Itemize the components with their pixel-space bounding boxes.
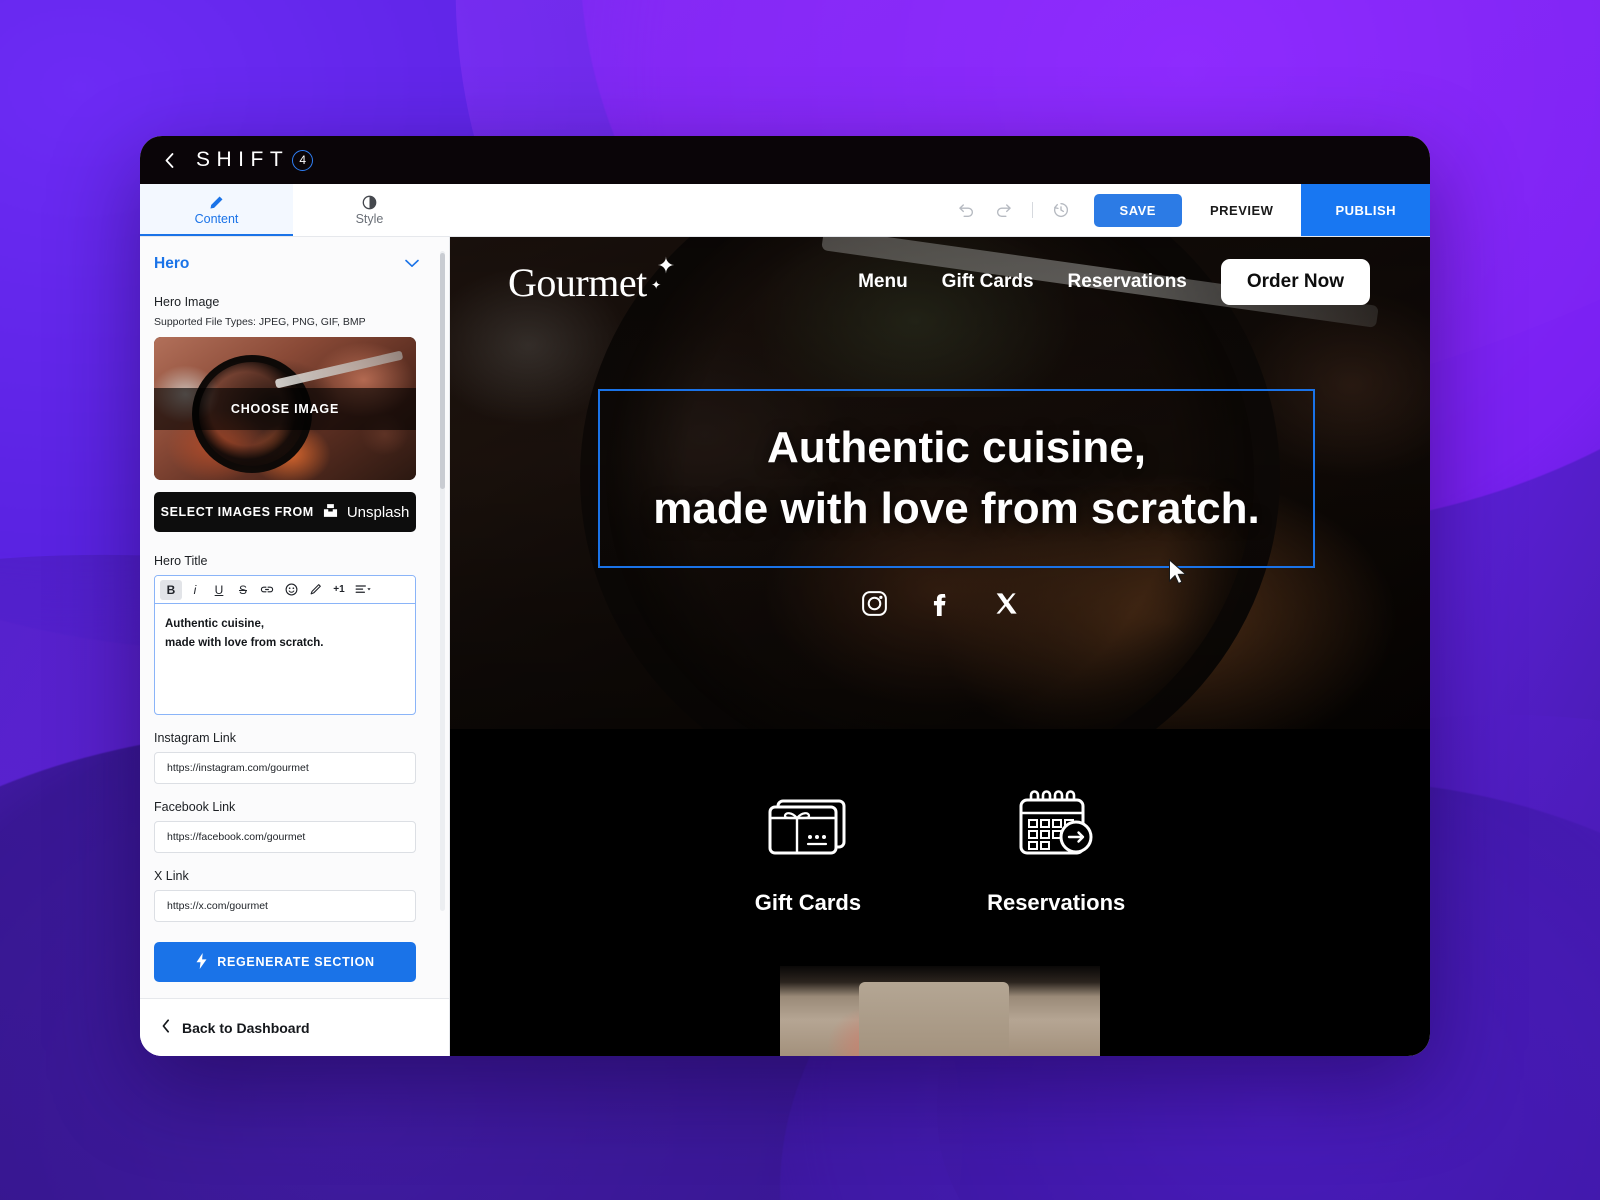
nav-link-gift-cards[interactable]: Gift Cards bbox=[942, 271, 1034, 293]
app-window: SHIFT 4 Content Style SAVE PREVIEW PUBLI… bbox=[140, 136, 1430, 1056]
feature-gift-cards[interactable]: Gift Cards bbox=[755, 787, 861, 916]
link-icon[interactable] bbox=[256, 580, 278, 600]
facebook-link-label: Facebook Link bbox=[154, 800, 236, 814]
hero-section-header[interactable]: Hero bbox=[154, 255, 435, 273]
instagram-link-input[interactable] bbox=[154, 752, 416, 784]
hero-title-label: Hero Title bbox=[154, 554, 208, 568]
hero-title-line-2: made with love from scratch. bbox=[165, 636, 324, 649]
tab-content-label: Content bbox=[194, 212, 239, 226]
sidebar-scroll-area: Hero Hero Image Supported File Types: JP… bbox=[140, 237, 449, 998]
select-images-from-unsplash-button[interactable]: SELECT IMAGES FROM Unsplash bbox=[154, 492, 416, 532]
unsplash-icon bbox=[323, 503, 338, 521]
site-preview-canvas[interactable]: Gourmet ✦ ✦ Menu Gift Cards Reservations… bbox=[450, 237, 1430, 1056]
lightning-bolt-icon bbox=[195, 952, 208, 972]
save-button[interactable]: SAVE bbox=[1093, 193, 1182, 227]
brand-wordmark: SHIFT bbox=[196, 148, 290, 171]
hero-headline-line-2: made with love from scratch. bbox=[653, 483, 1260, 533]
gift-card-icon bbox=[764, 787, 852, 868]
order-now-button[interactable]: Order Now bbox=[1220, 259, 1370, 305]
tab-style[interactable]: Style bbox=[293, 184, 446, 236]
align-icon[interactable] bbox=[352, 580, 374, 600]
feature-reservations-label: Reservations bbox=[987, 890, 1126, 915]
hero-headline-line-1: Authentic cuisine, bbox=[767, 422, 1146, 472]
x-link-input[interactable] bbox=[154, 890, 416, 922]
sparkle-icon-small: ✦ bbox=[651, 277, 661, 292]
strikethrough-button[interactable]: S bbox=[232, 580, 254, 600]
site-nav: Menu Gift Cards Reservations Order Now bbox=[858, 259, 1370, 305]
publish-button[interactable]: PUBLISH bbox=[1301, 184, 1430, 236]
instagram-link-field: Instagram Link bbox=[154, 731, 435, 784]
redo-icon[interactable] bbox=[985, 184, 1023, 237]
history-clock-icon[interactable] bbox=[1042, 184, 1080, 237]
site-logo[interactable]: Gourmet ✦ ✦ bbox=[508, 254, 675, 306]
x-link-field: X Link bbox=[154, 869, 435, 922]
back-chevron-icon[interactable] bbox=[158, 149, 180, 171]
italic-button[interactable]: i bbox=[184, 580, 206, 600]
hero-headline-selection[interactable]: Authentic cuisine, made with love from s… bbox=[598, 389, 1315, 568]
shift4-logo[interactable]: SHIFT 4 bbox=[196, 148, 314, 172]
highlighter-icon[interactable] bbox=[304, 580, 326, 600]
facebook-link-field: Facebook Link bbox=[154, 800, 435, 853]
x-icon[interactable] bbox=[990, 587, 1022, 619]
nav-link-menu[interactable]: Menu bbox=[858, 271, 908, 293]
tab-style-label: Style bbox=[355, 212, 384, 226]
title-bar: SHIFT 4 bbox=[140, 136, 1430, 184]
contrast-circle-icon bbox=[362, 194, 377, 211]
chef-photo-preview bbox=[780, 966, 1100, 1056]
hero-image-picker[interactable]: CHOOSE IMAGE bbox=[154, 337, 416, 480]
sparkle-icon-large: ✦ bbox=[656, 252, 675, 278]
rich-text-toolbar: B i U S +1 bbox=[155, 576, 415, 604]
undo-icon[interactable] bbox=[947, 184, 985, 237]
hero-section-preview: Gourmet ✦ ✦ Menu Gift Cards Reservations… bbox=[450, 237, 1430, 729]
facebook-link-input[interactable] bbox=[154, 821, 416, 853]
chevron-left-icon bbox=[162, 1019, 170, 1036]
feature-reservations[interactable]: Reservations bbox=[987, 787, 1125, 916]
emoji-icon[interactable] bbox=[280, 580, 302, 600]
hero-section-title: Hero bbox=[154, 255, 190, 272]
hero-social-icons bbox=[450, 587, 1430, 619]
toolbar-actions: SAVE PREVIEW PUBLISH bbox=[947, 184, 1430, 236]
editor-body: Hero Hero Image Supported File Types: JP… bbox=[140, 237, 1430, 1056]
preview-button[interactable]: PREVIEW bbox=[1182, 203, 1301, 218]
back-to-dashboard-button[interactable]: Back to Dashboard bbox=[140, 998, 449, 1056]
hero-image-label: Hero Image bbox=[154, 295, 220, 309]
hero-title-line-1: Authentic cuisine, bbox=[165, 618, 265, 630]
tab-content[interactable]: Content bbox=[140, 184, 293, 236]
site-header: Gourmet ✦ ✦ Menu Gift Cards Reservations… bbox=[450, 237, 1430, 327]
unsplash-button-prefix: SELECT IMAGES FROM bbox=[160, 505, 314, 519]
chevron-down-icon[interactable] bbox=[405, 257, 419, 271]
nav-link-reservations[interactable]: Reservations bbox=[1068, 271, 1187, 293]
hero-title-text-area[interactable]: Authentic cuisine, made with love from s… bbox=[155, 604, 415, 714]
chef-apron-shape bbox=[858, 982, 1009, 1056]
editor-tabs: Content Style bbox=[140, 184, 446, 236]
hero-title-block: Hero Title B i U S +1 Authentic cuisine,… bbox=[154, 554, 435, 715]
feature-strip: Gift Cards Reservations bbox=[450, 729, 1430, 916]
pencil-icon bbox=[209, 194, 224, 211]
x-link-label: X Link bbox=[154, 869, 189, 883]
regenerate-section-button[interactable]: REGENERATE SECTION bbox=[154, 942, 416, 982]
bold-button[interactable]: B bbox=[160, 579, 182, 600]
sidebar-scrollbar-thumb[interactable] bbox=[440, 253, 445, 489]
regenerate-section-label: REGENERATE SECTION bbox=[217, 955, 375, 969]
heading-button[interactable]: +1 bbox=[328, 580, 350, 600]
hero-title-editor[interactable]: B i U S +1 Authentic cuisine, made with … bbox=[154, 575, 416, 715]
instagram-link-label: Instagram Link bbox=[154, 731, 236, 745]
underline-button[interactable]: U bbox=[208, 580, 230, 600]
editor-toolbar: Content Style SAVE PREVIEW PUBLISH bbox=[140, 184, 1430, 237]
site-logo-text: Gourmet bbox=[508, 259, 647, 305]
brand-badge: 4 bbox=[292, 149, 314, 171]
calendar-arrow-icon bbox=[1012, 787, 1100, 868]
unsplash-wordmark: Unsplash bbox=[346, 503, 410, 521]
choose-image-button[interactable]: CHOOSE IMAGE bbox=[154, 387, 416, 430]
toolbar-divider bbox=[1031, 202, 1033, 218]
facebook-icon[interactable] bbox=[924, 587, 956, 619]
feature-gift-cards-label: Gift Cards bbox=[754, 890, 862, 915]
back-to-dashboard-label: Back to Dashboard bbox=[182, 1019, 310, 1036]
content-sidebar: Hero Hero Image Supported File Types: JP… bbox=[140, 237, 450, 1056]
instagram-icon[interactable] bbox=[858, 587, 890, 619]
supported-file-types-text: Supported File Types: JPEG, PNG, GIF, BM… bbox=[154, 316, 366, 328]
